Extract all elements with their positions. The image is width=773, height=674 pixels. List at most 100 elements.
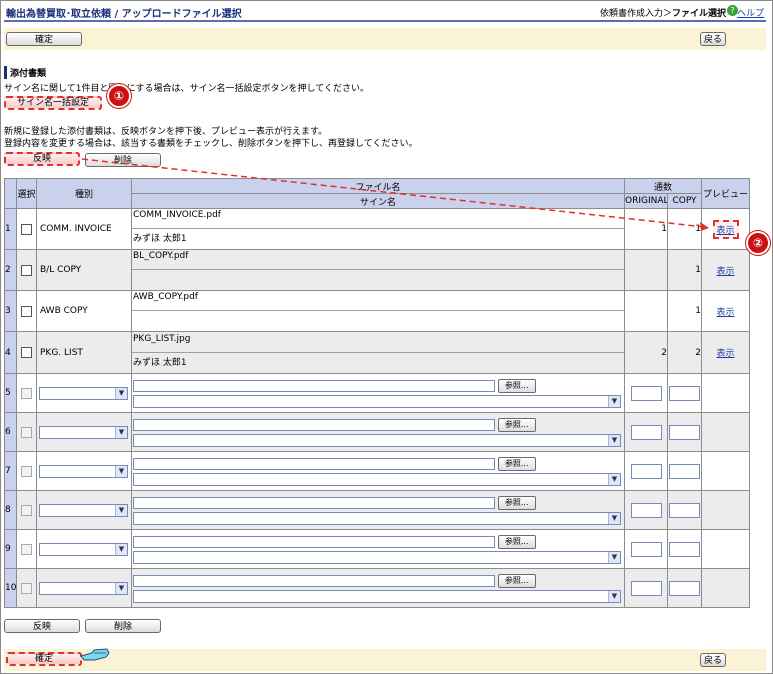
attachments-table: 選択 種別 ファイル名 通数 プレビュー サイン名 ORIGINAL COPY …: [4, 178, 751, 608]
sign-bulk-button[interactable]: サイン名一括設定: [4, 96, 102, 110]
chevron-down-icon: ▼: [608, 590, 620, 602]
table-row-empty: 5 ▼ 参照... ▼: [4, 373, 751, 413]
chevron-down-icon: ▼: [608, 512, 620, 524]
row-copy: 2: [666, 331, 703, 374]
row-number: 8: [4, 490, 17, 530]
row-type: PKG. LIST: [36, 331, 132, 374]
file-path-input[interactable]: [133, 418, 495, 431]
preview-link[interactable]: 表示: [717, 308, 735, 318]
sign-name-select[interactable]: ▼: [133, 394, 621, 408]
original-header: ORIGINAL: [624, 193, 668, 209]
copy-count-input[interactable]: [669, 580, 700, 596]
row-sign-name: みずほ 太郎1: [133, 234, 187, 244]
type-header: 種別: [36, 178, 132, 209]
row-checkbox: [21, 543, 32, 555]
delete-button-bottom[interactable]: 削除: [85, 619, 161, 633]
apply-button-top[interactable]: 反映: [4, 152, 80, 166]
row-checkbox[interactable]: [21, 305, 32, 317]
sign-note: サイン名に関して1件目と同一にする場合は、サイン名一括設定ボタンを押してください…: [4, 84, 370, 94]
copy-count-input[interactable]: [669, 541, 700, 557]
browse-button[interactable]: 参照...: [497, 378, 536, 393]
select-header: 選択: [16, 178, 37, 209]
table-row-empty: 7 ▼ 参照... ▼: [4, 451, 751, 491]
browse-button[interactable]: 参照...: [497, 495, 536, 510]
index-header: [4, 178, 17, 209]
type-select[interactable]: ▼: [39, 581, 128, 595]
sign-name-header: サイン名: [131, 193, 625, 209]
table-row-empty: 8 ▼ 参照... ▼: [4, 490, 751, 530]
browse-button[interactable]: 参照...: [497, 573, 536, 588]
row-copy: 1: [666, 208, 703, 250]
breadcrumb-current: ファイル選択: [671, 9, 726, 19]
preview-header: プレビュー: [701, 178, 751, 209]
sign-name-select[interactable]: ▼: [133, 511, 621, 525]
browse-button[interactable]: 参照...: [497, 456, 536, 471]
copy-count-input[interactable]: [669, 502, 700, 518]
copy-count-input[interactable]: [669, 385, 700, 401]
chevron-down-icon: ▼: [608, 551, 620, 563]
row-number: 5: [4, 373, 17, 413]
file-path-input[interactable]: [133, 457, 495, 470]
sign-name-select[interactable]: ▼: [133, 433, 621, 447]
row-number: 2: [4, 249, 17, 291]
callout-badge-2: ②: [746, 231, 770, 255]
file-path-input[interactable]: [133, 535, 495, 548]
back-button-bottom[interactable]: 戻る: [700, 653, 726, 667]
header: 輸出為替買取･取立依頼 / アップロードファイル選択 依頼書作成入力＞ファイル選…: [4, 2, 766, 22]
section-title: 添付書類: [4, 66, 46, 79]
page-title: 輸出為替買取･取立依頼 / アップロードファイル選択: [6, 9, 242, 20]
original-count-input[interactable]: [630, 541, 662, 557]
file-path-input[interactable]: [133, 379, 495, 392]
confirm-button-top[interactable]: 確定: [6, 32, 82, 46]
original-count-input[interactable]: [630, 385, 662, 401]
back-button-top[interactable]: 戻る: [700, 32, 726, 46]
preview-link[interactable]: 表示: [717, 349, 735, 359]
row-checkbox[interactable]: [21, 347, 32, 358]
original-count-input[interactable]: [630, 580, 662, 596]
row-file-name: AWB_COPY.pdf: [132, 292, 624, 311]
chevron-down-icon: ▼: [115, 543, 127, 555]
original-count-input[interactable]: [630, 502, 662, 518]
row-sign-name: [133, 311, 624, 331]
table-row: 2 B/L COPY BL_COPY.pdf 1 表示: [4, 249, 751, 291]
row-number: 4: [4, 331, 17, 374]
row-checkbox[interactable]: [21, 264, 32, 276]
delete-button-top[interactable]: 削除: [85, 153, 161, 167]
callout-badge-1: ①: [107, 84, 131, 108]
browse-button[interactable]: 参照...: [497, 417, 536, 432]
apply-note-2: 登録内容を変更する場合は、該当する書類をチェックし、削除ボタンを押下し、再登録し…: [4, 139, 418, 149]
row-type: COMM. INVOICE: [36, 208, 132, 250]
help-link[interactable]: ヘルプ: [737, 6, 764, 19]
chevron-down-icon: ▼: [115, 504, 127, 516]
row-copy: 1: [666, 290, 703, 332]
type-select[interactable]: ▼: [39, 425, 128, 439]
copies-header: 通数: [623, 178, 703, 194]
file-path-input[interactable]: [133, 496, 495, 509]
preview-link[interactable]: 表示: [717, 267, 735, 277]
row-checkbox: [21, 582, 32, 594]
row-checkbox: [21, 426, 32, 438]
type-select[interactable]: ▼: [39, 464, 128, 478]
copy-count-input[interactable]: [669, 424, 700, 440]
sign-name-select[interactable]: ▼: [133, 472, 621, 486]
type-select[interactable]: ▼: [39, 503, 128, 517]
type-select[interactable]: ▼: [39, 542, 128, 556]
row-sign-name: みずほ 太郎1: [133, 357, 187, 368]
original-count-input[interactable]: [630, 424, 662, 440]
confirm-button-bottom[interactable]: 確定: [6, 652, 82, 666]
apply-button-bottom[interactable]: 反映: [4, 619, 80, 633]
original-count-input[interactable]: [630, 463, 662, 479]
row-checkbox[interactable]: [21, 223, 32, 235]
bottom-toolbar: 確定 戻る: [4, 649, 766, 671]
row-original: 1: [624, 208, 668, 250]
file-path-input[interactable]: [133, 574, 495, 587]
copy-count-input[interactable]: [669, 463, 700, 479]
row-number: 6: [4, 412, 17, 452]
chevron-down-icon: ▼: [115, 465, 127, 477]
table-row-empty: 9 ▼ 参照... ▼: [4, 529, 751, 569]
sign-name-select[interactable]: ▼: [133, 589, 621, 603]
preview-link[interactable]: 表示: [717, 226, 735, 236]
browse-button[interactable]: 参照...: [497, 534, 536, 549]
type-select[interactable]: ▼: [39, 386, 128, 400]
sign-name-select[interactable]: ▼: [133, 550, 621, 564]
